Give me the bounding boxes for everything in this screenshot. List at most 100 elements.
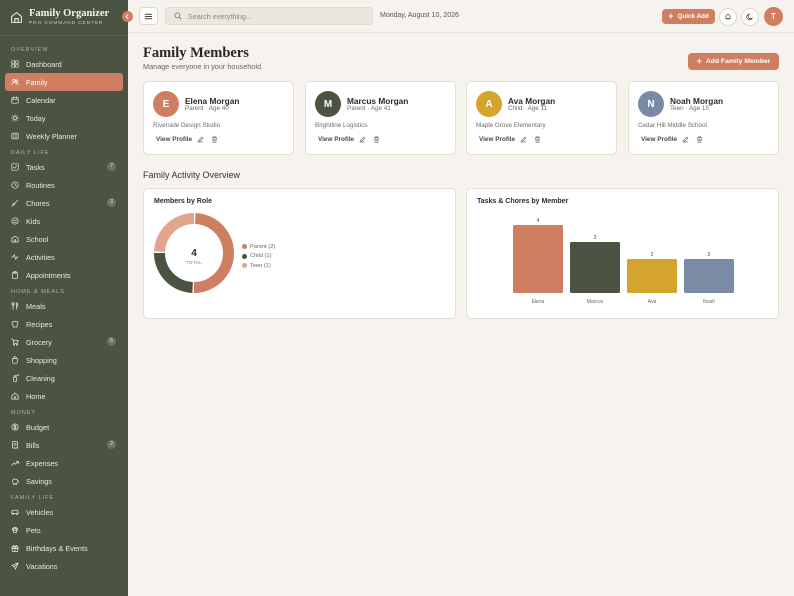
members-by-role-title: Members by Role [154, 198, 212, 205]
legend-item: Teen (1) [242, 261, 275, 271]
notifications-button[interactable] [719, 8, 737, 26]
sidebar-item-label: Routines [26, 180, 55, 190]
check-square-icon [11, 163, 19, 171]
edit-icon[interactable] [682, 136, 689, 143]
sidebar-item-today[interactable]: Today [5, 109, 123, 127]
bar-category-label: Ava [648, 299, 657, 305]
member-organization: Brightline Logistics [315, 122, 368, 129]
donut-slice[interactable] [154, 213, 194, 252]
edit-icon[interactable] [197, 136, 204, 143]
bar[interactable] [627, 259, 677, 293]
trash-icon[interactable] [696, 136, 703, 143]
donut-total-label: TOTAL [186, 260, 203, 265]
user-avatar[interactable]: T [764, 7, 783, 26]
sidebar-item-label: Chores [26, 198, 50, 208]
sidebar-item-meals[interactable]: Meals [5, 297, 123, 315]
sidebar-item-grocery[interactable]: Grocery 5 [5, 333, 123, 351]
add-family-member-button[interactable]: + Add Family Member [688, 53, 779, 70]
sidebar-item-cleaning[interactable]: Cleaning [5, 369, 123, 387]
trash-icon[interactable] [373, 136, 380, 143]
sidebar-item-label: Tasks [26, 162, 45, 172]
baby-icon [11, 217, 19, 225]
members-by-role-chart: 4TOTAL [154, 213, 235, 293]
sidebar-item-vacations[interactable]: Vacations [5, 557, 123, 575]
sidebar-item-expenses[interactable]: Expenses [5, 454, 123, 472]
member-avatar[interactable]: A [476, 91, 502, 117]
bar[interactable] [570, 242, 620, 293]
sidebar-item-birthdays-events[interactable]: Birthdays & Events [5, 539, 123, 557]
topbar: Monday, August 10, 2026 +Quick Add T [128, 0, 794, 33]
sidebar-item-appointments[interactable]: Appointments [5, 266, 123, 284]
sidebar-item-label: Vacations [26, 561, 58, 571]
bar-value-label: 3 [594, 235, 597, 241]
collapse-sidebar-button[interactable] [122, 11, 133, 22]
view-profile-link[interactable]: View Profile [479, 136, 515, 143]
sidebar-item-calendar[interactable]: Calendar [5, 91, 123, 109]
sidebar-item-label: Shopping [26, 355, 57, 365]
sidebar-item-routines[interactable]: Routines [5, 176, 123, 194]
sidebar-item-label: Weekly Planner [26, 131, 77, 141]
current-date: Monday, August 10, 2026 [380, 12, 459, 19]
sidebar-item-chores[interactable]: Chores 3 [5, 194, 123, 212]
view-profile-link[interactable]: View Profile [156, 136, 192, 143]
sidebar-item-activities[interactable]: Activities [5, 248, 123, 266]
theme-toggle-button[interactable] [741, 8, 759, 26]
sidebar-item-tasks[interactable]: Tasks 7 [5, 158, 123, 176]
sidebar-item-pets[interactable]: Pets [5, 521, 123, 539]
edit-icon[interactable] [520, 136, 527, 143]
sidebar-section-title: OVERVIEW [11, 47, 49, 53]
search-input[interactable] [188, 11, 368, 21]
member-avatar[interactable]: M [315, 91, 341, 117]
search-bar[interactable] [165, 7, 373, 25]
bar[interactable] [684, 259, 734, 293]
sidebar-item-kids[interactable]: Kids [5, 212, 123, 230]
member-card: M Marcus Morgan Parent · Age 41 Brightline … [305, 81, 456, 155]
sidebar-item-label: Cleaning [26, 373, 55, 383]
users-icon [11, 78, 19, 86]
donut-slice[interactable] [194, 213, 235, 293]
member-role: Parent · Age 41 [347, 105, 391, 112]
view-profile-link[interactable]: View Profile [641, 136, 677, 143]
legend-label: Teen (1) [250, 262, 271, 269]
sidebar-item-school[interactable]: School [5, 230, 123, 248]
donut-slice[interactable] [154, 253, 193, 293]
legend-label: Child (1) [250, 253, 272, 260]
sidebar-item-label: Appointments [26, 270, 71, 280]
trash-icon[interactable] [211, 136, 218, 143]
page-subtitle: Manage everyone in your household. [143, 62, 264, 71]
app-title: Family Organizer [29, 8, 110, 19]
gift-icon [11, 545, 19, 552]
sidebar-item-label: School [26, 234, 49, 244]
sidebar-item-shopping[interactable]: Shopping [5, 351, 123, 369]
sidebar-item-recipes[interactable]: Recipes [5, 315, 123, 333]
sidebar-item-dashboard[interactable]: Dashboard [5, 55, 123, 73]
sidebar-item-bills[interactable]: Bills 2 [5, 436, 123, 454]
bar[interactable] [513, 225, 563, 293]
trash-icon[interactable] [534, 136, 541, 143]
bar-value-label: 2 [708, 252, 711, 258]
chevron-left-icon [125, 14, 129, 19]
sidebar-item-weekly-planner[interactable]: Weekly Planner [5, 127, 123, 145]
sidebar-item-label: Birthdays & Events [26, 543, 88, 553]
brand[interactable]: Family Organizer PRO COMMAND CENTER [0, 0, 128, 36]
member-avatar[interactable]: E [153, 91, 179, 117]
sidebar-item-savings[interactable]: Savings [5, 472, 123, 490]
edit-icon[interactable] [359, 136, 366, 143]
legend-label: Parent (2) [250, 243, 276, 250]
member-avatar[interactable]: N [638, 91, 664, 117]
sidebar-item-home[interactable]: Home [5, 387, 123, 405]
sidebar-item-family[interactable]: Family [5, 73, 123, 91]
sidebar-nav: OVERVIEW Dashboard Family Calendar Today Week… [0, 36, 128, 575]
quick-add-button[interactable]: + Quick Add [662, 9, 715, 24]
menu-button[interactable] [139, 7, 158, 25]
sidebar-item-label: Home [26, 391, 46, 401]
sidebar-item-label: Kids [26, 216, 41, 226]
chef-hat-icon [11, 320, 19, 328]
clipboard-icon [12, 271, 18, 279]
bar-value-label: 2 [651, 252, 654, 258]
view-profile-link[interactable]: View Profile [318, 136, 354, 143]
count-badge: 3 [107, 198, 116, 207]
sidebar-item-vehicles[interactable]: Vehicles [5, 503, 123, 521]
sidebar-item-budget[interactable]: Budget [5, 418, 123, 436]
paw-icon [11, 526, 19, 534]
